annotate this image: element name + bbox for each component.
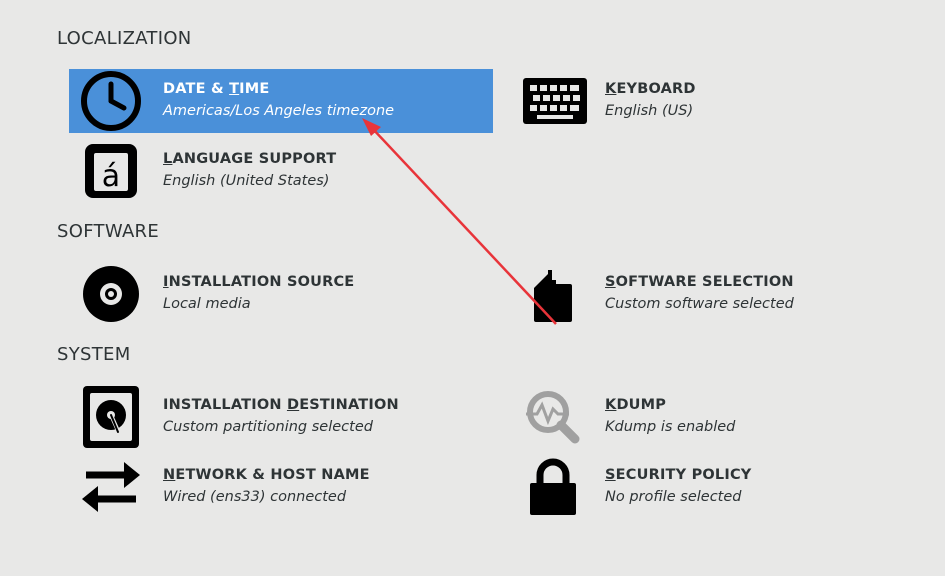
package-icon — [521, 262, 585, 326]
disc-icon — [79, 262, 143, 326]
language-icon: á — [79, 139, 143, 203]
spoke-network-host-name-status: Wired (ens33) connected — [163, 489, 347, 505]
spoke-language-support[interactable]: á LANGUAGE SUPPORT English (United State… — [69, 139, 493, 203]
spoke-network-host-name-title: NETWORK & HOST NAME — [163, 467, 370, 483]
section-title-system: SYSTEM — [57, 344, 131, 365]
spoke-keyboard-title: KEYBOARD — [605, 81, 696, 97]
spoke-date-time-title: DATE & TIME — [163, 81, 270, 97]
spoke-language-support-status: English (United States) — [163, 173, 330, 189]
spoke-software-selection-status: Custom software selected — [605, 296, 794, 312]
spoke-security-policy-status: No profile selected — [605, 489, 742, 505]
svg-text:á: á — [102, 159, 120, 194]
spoke-installation-destination[interactable]: INSTALLATION DESTINATION Custom partitio… — [69, 385, 493, 449]
spoke-keyboard-status: English (US) — [605, 103, 694, 119]
spoke-security-policy-title: SECURITY POLICY — [605, 467, 752, 483]
spoke-date-time[interactable]: DATE & TIME Americas/Los Angeles timezon… — [69, 69, 493, 133]
lock-icon — [521, 455, 585, 519]
section-title-localization: LOCALIZATION — [57, 28, 192, 49]
spoke-installation-source-title: INSTALLATION SOURCE — [163, 274, 355, 290]
spoke-installation-source[interactable]: INSTALLATION SOURCE Local media — [69, 262, 493, 326]
section-title-software: SOFTWARE — [57, 221, 160, 242]
harddisk-icon — [79, 385, 143, 449]
magnifier-icon — [521, 385, 585, 449]
spoke-date-time-status: Americas/Los Angeles timezone — [163, 103, 395, 119]
spoke-installation-source-status: Local media — [163, 296, 251, 312]
spoke-security-policy[interactable]: SECURITY POLICY No profile selected — [511, 455, 935, 519]
spoke-kdump-title: KDUMP — [605, 397, 667, 413]
spoke-kdump-status: Kdump is enabled — [605, 419, 736, 435]
spoke-network-host-name[interactable]: NETWORK & HOST NAME Wired (ens33) connec… — [69, 455, 493, 519]
clock-icon — [79, 69, 143, 133]
spoke-kdump[interactable]: KDUMP Kdump is enabled — [511, 385, 935, 449]
network-arrows-icon — [79, 455, 143, 519]
spoke-language-support-title: LANGUAGE SUPPORT — [163, 151, 337, 167]
spoke-software-selection-title: SOFTWARE SELECTION — [605, 274, 794, 290]
spoke-software-selection[interactable]: SOFTWARE SELECTION Custom software selec… — [511, 262, 935, 326]
spoke-installation-destination-title: INSTALLATION DESTINATION — [163, 397, 399, 413]
keyboard-icon — [523, 69, 587, 133]
spoke-installation-destination-status: Custom partitioning selected — [163, 419, 373, 435]
spoke-keyboard[interactable]: KEYBOARD English (US) — [511, 69, 935, 133]
